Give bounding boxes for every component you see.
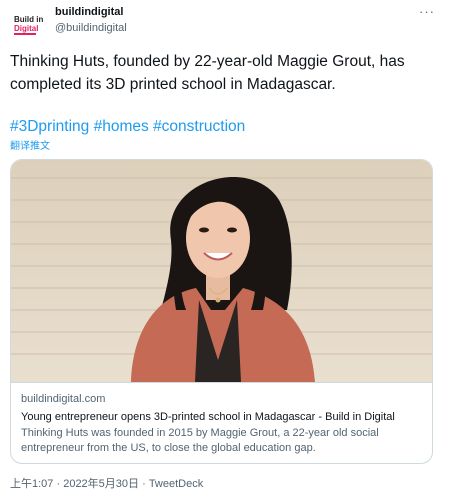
author-handle[interactable]: @buildindigital: [55, 22, 127, 34]
hashtag-construction[interactable]: #construction: [153, 118, 245, 135]
author-avatar[interactable]: Build in Digital: [10, 6, 46, 42]
hashtag-3dprinting[interactable]: #3Dprinting: [10, 118, 89, 135]
author-name[interactable]: buildindigital: [55, 6, 123, 18]
card-description: Thinking Huts was founded in 2015 by Mag…: [21, 427, 379, 454]
card-domain: buildindigital.com: [21, 393, 106, 405]
tweet-meta: 上午1:07 · 2022年5月30日 · TweetDeck: [10, 475, 203, 491]
card-title: Young entrepreneur opens 3D-printed scho…: [21, 411, 395, 423]
more-icon[interactable]: ···: [419, 4, 435, 19]
translate-tweet-link[interactable]: 翻译推文: [10, 137, 50, 152]
avatar-text-1: Build in: [14, 15, 43, 24]
link-card[interactable]: buildindigital.com Young entrepreneur op…: [10, 159, 433, 464]
tweet-date[interactable]: 2022年5月30日: [63, 478, 139, 490]
tweet-body: Thinking Huts, founded by 22-year-old Ma…: [10, 53, 405, 93]
card-body: buildindigital.com Young entrepreneur op…: [11, 382, 432, 463]
tweet-time[interactable]: 上午1:07: [10, 478, 53, 490]
hashtag-homes[interactable]: #homes: [94, 118, 149, 135]
tweet-source-app[interactable]: TweetDeck: [149, 478, 203, 490]
meta-separator: ·: [53, 478, 64, 490]
tweet-text: Thinking Huts, founded by 22-year-old Ma…: [10, 50, 440, 138]
card-image: [11, 160, 432, 382]
meta-separator-2: ·: [139, 478, 149, 490]
avatar-text-2: Digital: [14, 24, 38, 33]
hashtag-line: #3Dprinting #homes #construction: [10, 115, 440, 138]
